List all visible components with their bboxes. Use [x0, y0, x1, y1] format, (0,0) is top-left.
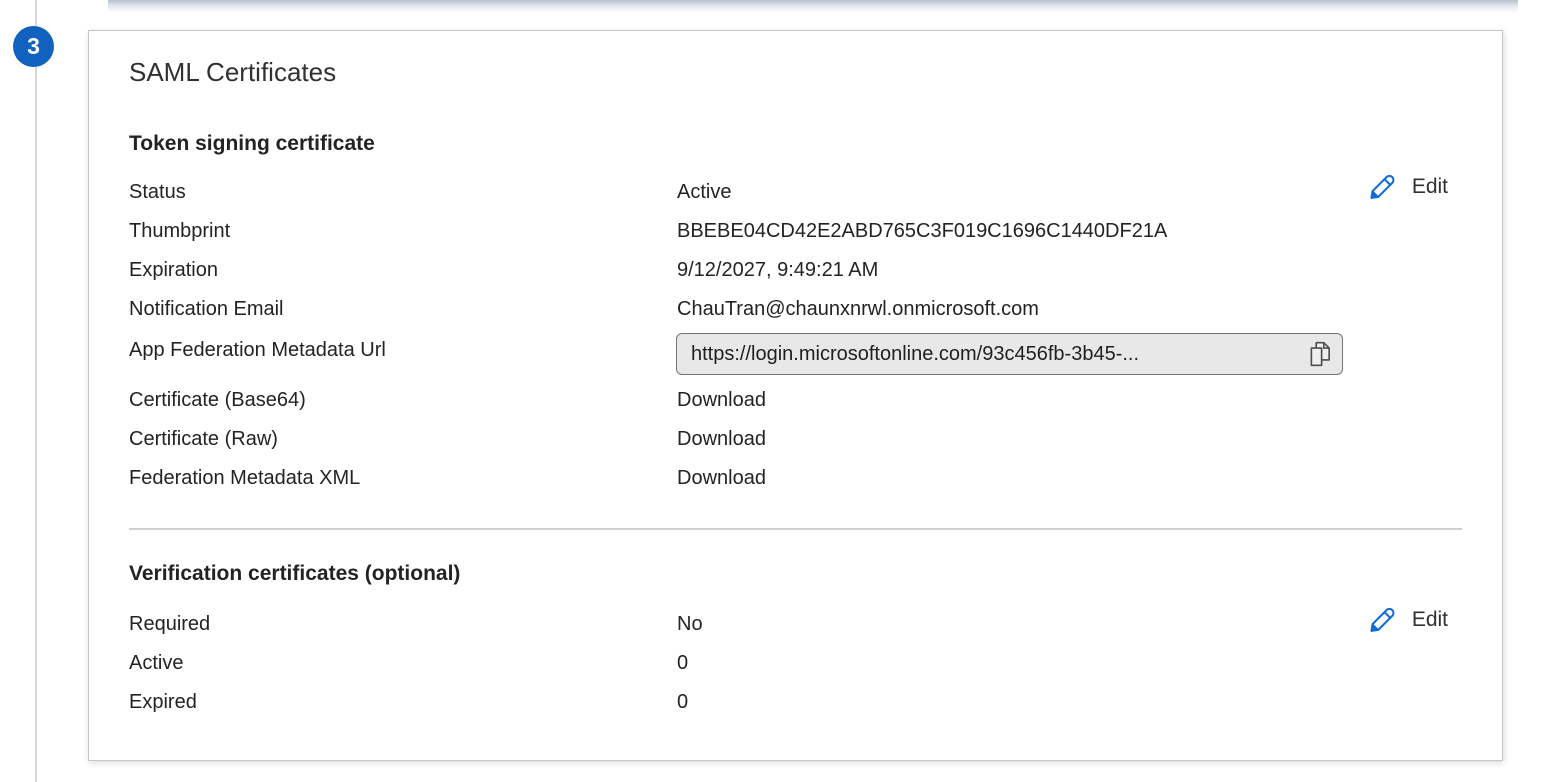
required-value: No — [677, 613, 703, 636]
page: 3 SAML Certificates Token signing certif… — [0, 0, 1544, 782]
expired-label: Expired — [129, 691, 197, 714]
certificate-base64-row: Certificate (Base64) Download — [129, 389, 1462, 419]
step-number-badge: 3 — [13, 26, 54, 67]
step-number: 3 — [27, 33, 40, 60]
copy-url-button[interactable] — [1305, 340, 1335, 370]
saml-certificates-card: SAML Certificates Token signing certific… — [88, 30, 1503, 761]
required-label: Required — [129, 613, 210, 636]
expiration-value: 9/12/2027, 9:49:21 AM — [677, 259, 878, 282]
thumbprint-label: Thumbprint — [129, 220, 230, 243]
card-title: SAML Certificates — [129, 57, 336, 88]
app-federation-metadata-url-value: https://login.microsoftonline.com/93c456… — [691, 343, 1139, 366]
notification-email-row: Notification Email ChauTran@chaunxnrwl.o… — [129, 298, 1462, 328]
app-federation-metadata-url-label: App Federation Metadata Url — [129, 339, 386, 362]
certificate-base64-label: Certificate (Base64) — [129, 389, 306, 412]
verification-certificates-heading: Verification certificates (optional) — [129, 562, 460, 586]
active-value: 0 — [677, 652, 688, 675]
federation-metadata-xml-download-link[interactable]: Download — [677, 467, 766, 490]
required-row: Required No — [129, 613, 1462, 643]
status-label: Status — [129, 181, 186, 204]
notification-email-value: ChauTran@chaunxnrwl.onmicrosoft.com — [677, 298, 1039, 321]
expired-row: Expired 0 — [129, 691, 1462, 721]
app-federation-metadata-url-field[interactable]: https://login.microsoftonline.com/93c456… — [676, 333, 1343, 375]
active-label: Active — [129, 652, 183, 675]
status-row: Status Active — [129, 181, 1462, 211]
status-value: Active — [677, 181, 731, 204]
thumbprint-row: Thumbprint BBEBE04CD42E2ABD765C3F019C169… — [129, 220, 1462, 250]
token-signing-certificate-heading: Token signing certificate — [129, 132, 375, 156]
certificate-base64-download-link[interactable]: Download — [677, 389, 766, 412]
federation-metadata-xml-row: Federation Metadata XML Download — [129, 467, 1462, 497]
thumbprint-value: BBEBE04CD42E2ABD765C3F019C1696C1440DF21A — [677, 220, 1167, 243]
active-row: Active 0 — [129, 652, 1462, 682]
certificate-raw-label: Certificate (Raw) — [129, 428, 278, 451]
certificate-raw-row: Certificate (Raw) Download — [129, 428, 1462, 458]
step-connector-line — [35, 0, 37, 782]
federation-metadata-xml-label: Federation Metadata XML — [129, 467, 360, 490]
expiration-label: Expiration — [129, 259, 218, 282]
copy-icon — [1307, 340, 1333, 371]
previous-card-bottom-edge — [108, 0, 1518, 13]
notification-email-label: Notification Email — [129, 298, 284, 321]
expired-value: 0 — [677, 691, 688, 714]
expiration-row: Expiration 9/12/2027, 9:49:21 AM — [129, 259, 1462, 289]
section-divider — [129, 528, 1462, 530]
certificate-raw-download-link[interactable]: Download — [677, 428, 766, 451]
